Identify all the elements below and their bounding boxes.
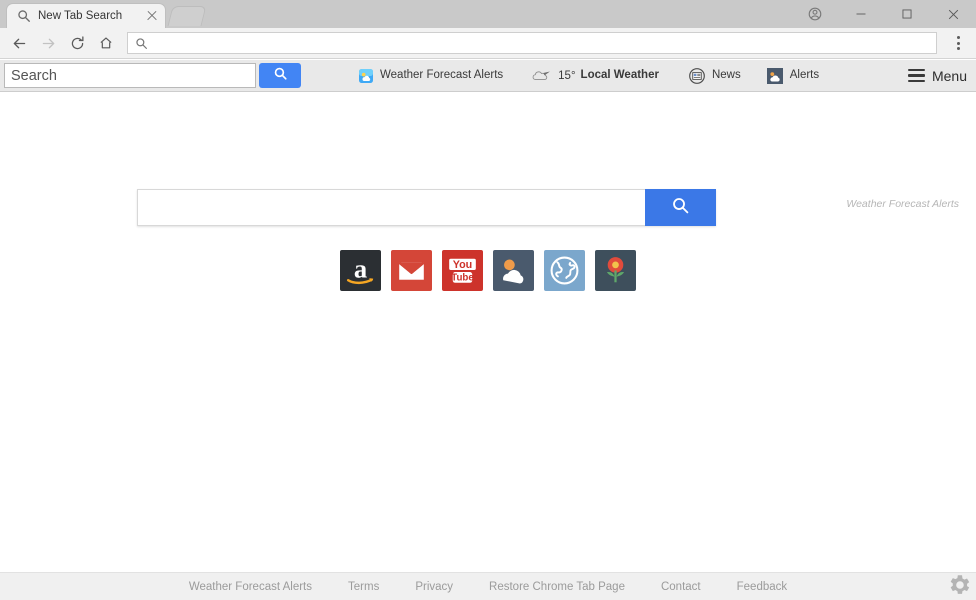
amazon-icon: a (340, 250, 381, 291)
extension-item-label: Alerts (789, 68, 820, 81)
close-icon[interactable] (145, 9, 159, 23)
window-close-icon[interactable] (930, 0, 976, 28)
main-search-input[interactable] (137, 189, 645, 226)
shortcut-gmail[interactable] (391, 250, 432, 291)
extension-search-text: Search (11, 67, 57, 84)
weather-app-icon (359, 68, 373, 83)
extension-item-alerts[interactable]: Alerts (766, 67, 820, 84)
new-tab-page: Weather Forecast Alerts a You Tube (0, 93, 976, 600)
shortcut-youtube[interactable]: You Tube (442, 250, 483, 291)
maximize-icon[interactable] (884, 0, 930, 28)
window-controls (792, 0, 976, 28)
page-footer: Weather Forecast Alerts Terms Privacy Re… (0, 572, 976, 600)
extension-menu-label: Menu (931, 67, 967, 84)
extension-item-news[interactable]: News (689, 67, 741, 84)
svg-text:You: You (453, 259, 473, 271)
reload-icon[interactable] (64, 30, 90, 56)
shortcut-flower[interactable] (595, 250, 636, 291)
globe-icon (544, 250, 585, 291)
svg-text:Tube: Tube (451, 273, 474, 284)
arrow-right-icon (35, 30, 61, 56)
browser-toolbar (0, 28, 976, 59)
extension-menu-button[interactable]: Menu (907, 67, 967, 84)
weather-temperature: 15° (558, 69, 576, 82)
tab-title: New Tab Search (38, 10, 123, 22)
gmail-icon (391, 250, 432, 291)
extension-search-group: Search (4, 63, 301, 88)
footer-link-terms[interactable]: Terms (348, 581, 379, 593)
cloud-icon (531, 69, 551, 82)
main-search-group (137, 189, 716, 226)
profile-avatar-icon[interactable] (792, 0, 838, 28)
search-icon (135, 37, 148, 50)
new-tab-button[interactable] (167, 6, 207, 26)
extension-item-weather-forecast-alerts[interactable]: Weather Forecast Alerts (359, 68, 504, 83)
footer-link-feedback[interactable]: Feedback (737, 581, 788, 593)
weather-alert-icon (766, 67, 783, 84)
shortcut-tiles: a You Tube (340, 250, 636, 291)
address-bar[interactable] (127, 32, 937, 54)
three-dot-menu-icon[interactable] (943, 29, 973, 57)
minimize-icon[interactable] (838, 0, 884, 28)
browser-title-bar: New Tab Search (0, 0, 976, 28)
extension-search-input[interactable]: Search (4, 63, 256, 88)
footer-link-privacy[interactable]: Privacy (415, 581, 453, 593)
extension-item-label: News (711, 68, 741, 81)
shortcut-globe[interactable] (544, 250, 585, 291)
home-icon[interactable] (93, 30, 119, 56)
hamburger-icon (907, 68, 925, 83)
gear-icon[interactable] (946, 572, 972, 598)
shortcut-weather[interactable] (493, 250, 534, 291)
page-watermark: Weather Forecast Alerts (846, 198, 959, 210)
youtube-icon: You Tube (442, 250, 483, 291)
svg-text:a: a (354, 254, 367, 284)
footer-link-restore-chrome-tab-page[interactable]: Restore Chrome Tab Page (489, 581, 625, 593)
flower-icon (595, 250, 636, 291)
extension-item-local-weather[interactable]: 15° Local Weather (531, 69, 659, 82)
search-icon (273, 66, 288, 86)
footer-link-weather-forecast-alerts[interactable]: Weather Forecast Alerts (189, 581, 312, 593)
shortcut-amazon[interactable]: a (340, 250, 381, 291)
newspaper-icon (689, 67, 705, 84)
extension-search-button[interactable] (259, 63, 301, 88)
arrow-left-icon[interactable] (6, 30, 32, 56)
main-search-button[interactable] (645, 189, 716, 226)
browser-tab[interactable]: New Tab Search (6, 3, 166, 28)
extension-item-label: Weather Forecast Alerts (380, 68, 504, 81)
extension-toolbar: Search Weather Forecast Alerts 15° Local… (0, 60, 976, 92)
search-icon (671, 196, 690, 220)
footer-link-contact[interactable]: Contact (661, 581, 701, 593)
search-icon (17, 9, 31, 23)
extension-item-label: Local Weather (580, 68, 659, 81)
weather-icon (493, 250, 534, 291)
